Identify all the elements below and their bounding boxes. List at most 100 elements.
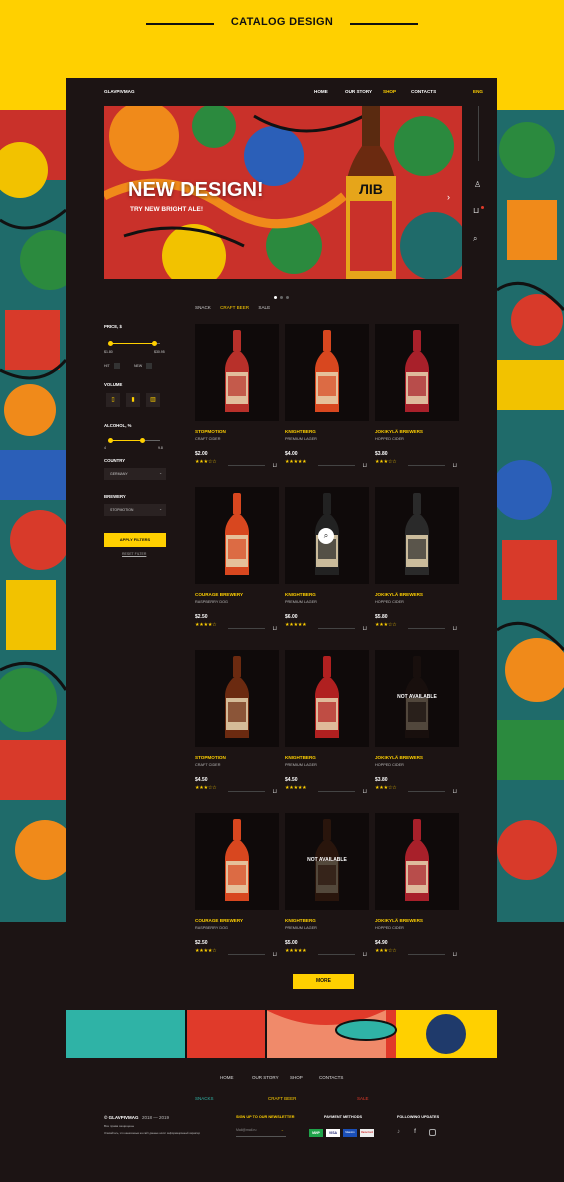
search-icon[interactable]: ⌕: [473, 234, 477, 244]
alcohol-max-handle[interactable]: [140, 438, 145, 443]
add-to-cart-icon[interactable]: ⊔: [362, 788, 367, 795]
volume-small-icon[interactable]: ▯: [106, 393, 120, 407]
twitter-icon[interactable]: ♪: [397, 1129, 400, 1135]
product-info: STOPMOTION CRAFT CIDER $2.00 ★★★☆☆ ⊔: [195, 429, 279, 469]
zoom-icon[interactable]: ⌕: [318, 528, 334, 544]
product-name[interactable]: KNIGHTBERG: [285, 592, 369, 597]
add-to-cart-icon[interactable]: ⊔: [272, 788, 277, 795]
product-name[interactable]: KNIGHTBERG: [285, 755, 369, 760]
country-select[interactable]: GERMANY ⌄: [104, 468, 166, 480]
product-info: JOKIKYLÄ BREWERS HOPPED CIDER $3.80 ★★★☆☆ ⊔: [375, 429, 459, 469]
product-card[interactable]: [195, 324, 279, 421]
slide-dot[interactable]: [286, 296, 289, 299]
apply-filters-button[interactable]: APPLY FILTERS: [104, 533, 166, 547]
product-type: CRAFT CIDER: [195, 763, 221, 767]
product-name[interactable]: COURAGE BREWERY: [195, 592, 279, 597]
add-to-cart-icon[interactable]: ⊔: [362, 462, 367, 469]
product-card[interactable]: [195, 813, 279, 910]
footer-cat-craft-beer[interactable]: CRAFT BEER: [268, 1096, 296, 1101]
add-to-cart-icon[interactable]: ⊔: [452, 951, 457, 958]
product-name[interactable]: JOKIKYLÄ BREWERS: [375, 429, 459, 434]
slide-dot[interactable]: [280, 296, 283, 299]
product-card[interactable]: [285, 650, 369, 747]
footer-cat-snacks[interactable]: SNACKS: [195, 1096, 214, 1101]
product-card[interactable]: NOT AVAILABLE: [375, 650, 459, 747]
price-max: $30.95: [154, 350, 165, 354]
product-name[interactable]: STOPMOTION: [195, 429, 279, 434]
nav-contacts[interactable]: CONTACTS: [411, 89, 436, 94]
add-to-cart-icon[interactable]: ⊔: [272, 462, 277, 469]
banner-next-icon[interactable]: ›: [447, 192, 450, 202]
bottle-image: [405, 493, 429, 575]
instagram-icon[interactable]: [429, 1129, 436, 1136]
price-min-handle[interactable]: [108, 341, 113, 346]
nav-home[interactable]: HOME: [314, 89, 328, 94]
add-to-cart-icon[interactable]: ⊔: [272, 625, 277, 632]
tab-snack[interactable]: SNACK: [195, 305, 211, 310]
add-to-cart-icon[interactable]: ⊔: [452, 625, 457, 632]
product-price: $3.80: [375, 777, 388, 783]
hero-banner[interactable]: ЛІВ NEW DESIGN! TRY NEW BRIGHT ALE! ›: [104, 106, 462, 279]
product-card[interactable]: [195, 487, 279, 584]
add-to-cart-icon[interactable]: ⊔: [452, 788, 457, 795]
price-max-handle[interactable]: [152, 341, 157, 346]
product-name[interactable]: JOKIKYLÄ BREWERS: [375, 918, 459, 923]
add-to-cart-icon[interactable]: ⊔: [362, 625, 367, 632]
arrow-right-icon[interactable]: →: [281, 1128, 285, 1132]
product-card[interactable]: [375, 324, 459, 421]
nav-shop[interactable]: SHOP: [383, 89, 396, 94]
cart-icon[interactable]: ⊔: [473, 206, 479, 215]
more-button[interactable]: MORE: [293, 974, 354, 989]
product-name[interactable]: COURAGE BREWERY: [195, 918, 279, 923]
alcohol-min-handle[interactable]: [108, 438, 113, 443]
add-to-cart-icon[interactable]: ⊔: [362, 951, 367, 958]
divider: [408, 465, 445, 466]
add-to-cart-icon[interactable]: ⊔: [452, 462, 457, 469]
product-card[interactable]: [375, 487, 459, 584]
reset-filter-link[interactable]: RESET FILTER: [122, 552, 146, 556]
divider: [408, 791, 445, 792]
product-info: KNIGHTBERG PREMIUM LAGER $4.00 ★★★★★ ⊔: [285, 429, 369, 469]
footer-cat-sale[interactable]: SALE: [357, 1096, 369, 1101]
footer-nav-shop[interactable]: SHOP: [290, 1075, 303, 1080]
product-name[interactable]: KNIGHTBERG: [285, 429, 369, 434]
product-info: COURAGE BREWERY RASPBERRY DOG $2.50 ★★★★☆ ⊔: [195, 592, 279, 632]
facebook-icon[interactable]: f: [414, 1129, 416, 1135]
add-to-cart-icon[interactable]: ⊔: [272, 951, 277, 958]
tab-sale[interactable]: SALE: [258, 305, 270, 310]
product-type: RASPBERRY DOG: [195, 926, 228, 930]
tab-craft-beer[interactable]: CRAFT BEER: [220, 305, 249, 310]
product-type: PREMIUM LAGER: [285, 600, 317, 604]
product-price: $6.00: [285, 614, 298, 620]
hit-checkbox[interactable]: [114, 363, 120, 369]
volume-bottle-icon[interactable]: ▮: [126, 393, 140, 407]
user-icon[interactable]: ♙: [474, 180, 481, 189]
product-card[interactable]: NOT AVAILABLE: [285, 813, 369, 910]
footer-nav-home[interactable]: HOME: [220, 1075, 234, 1080]
slide-dot[interactable]: [274, 296, 277, 299]
title-right-rule: [350, 23, 418, 25]
product-card[interactable]: [375, 813, 459, 910]
page-root: { "header": {"title": "CATALOG DESIGN"},…: [0, 0, 564, 1182]
product-name[interactable]: JOKIKYLÄ BREWERS: [375, 592, 459, 597]
footer-nav-our-story[interactable]: OUR STORY: [252, 1075, 279, 1080]
product-name[interactable]: JOKIKYLÄ BREWERS: [375, 755, 459, 760]
product-price: $2.00: [195, 451, 208, 457]
product-card[interactable]: [285, 324, 369, 421]
new-checkbox[interactable]: [146, 363, 152, 369]
footer-nav-contacts[interactable]: CONTACTS: [319, 1075, 343, 1080]
maestro-icon: Maestro: [343, 1129, 357, 1137]
brewery-select[interactable]: STOPMOTION ⌄: [104, 504, 166, 516]
logo[interactable]: GLAVPIVMAG: [104, 89, 135, 94]
product-price: $4.50: [285, 777, 298, 783]
newsletter-input[interactable]: Mail@mail.ru →: [236, 1128, 286, 1137]
lang-switch[interactable]: ENG: [473, 89, 483, 94]
product-name[interactable]: STOPMOTION: [195, 755, 279, 760]
footer-copyright: © GLAVPIVMAG: [104, 1115, 139, 1120]
volume-keg-icon[interactable]: ▥: [146, 393, 160, 407]
nav-our-story[interactable]: OUR STORY: [345, 89, 372, 94]
product-card[interactable]: [195, 650, 279, 747]
footer-years: 2018 — 2019: [142, 1115, 170, 1120]
product-name[interactable]: KNIGHTBERG: [285, 918, 369, 923]
alcohol-slider-range: [110, 440, 142, 441]
